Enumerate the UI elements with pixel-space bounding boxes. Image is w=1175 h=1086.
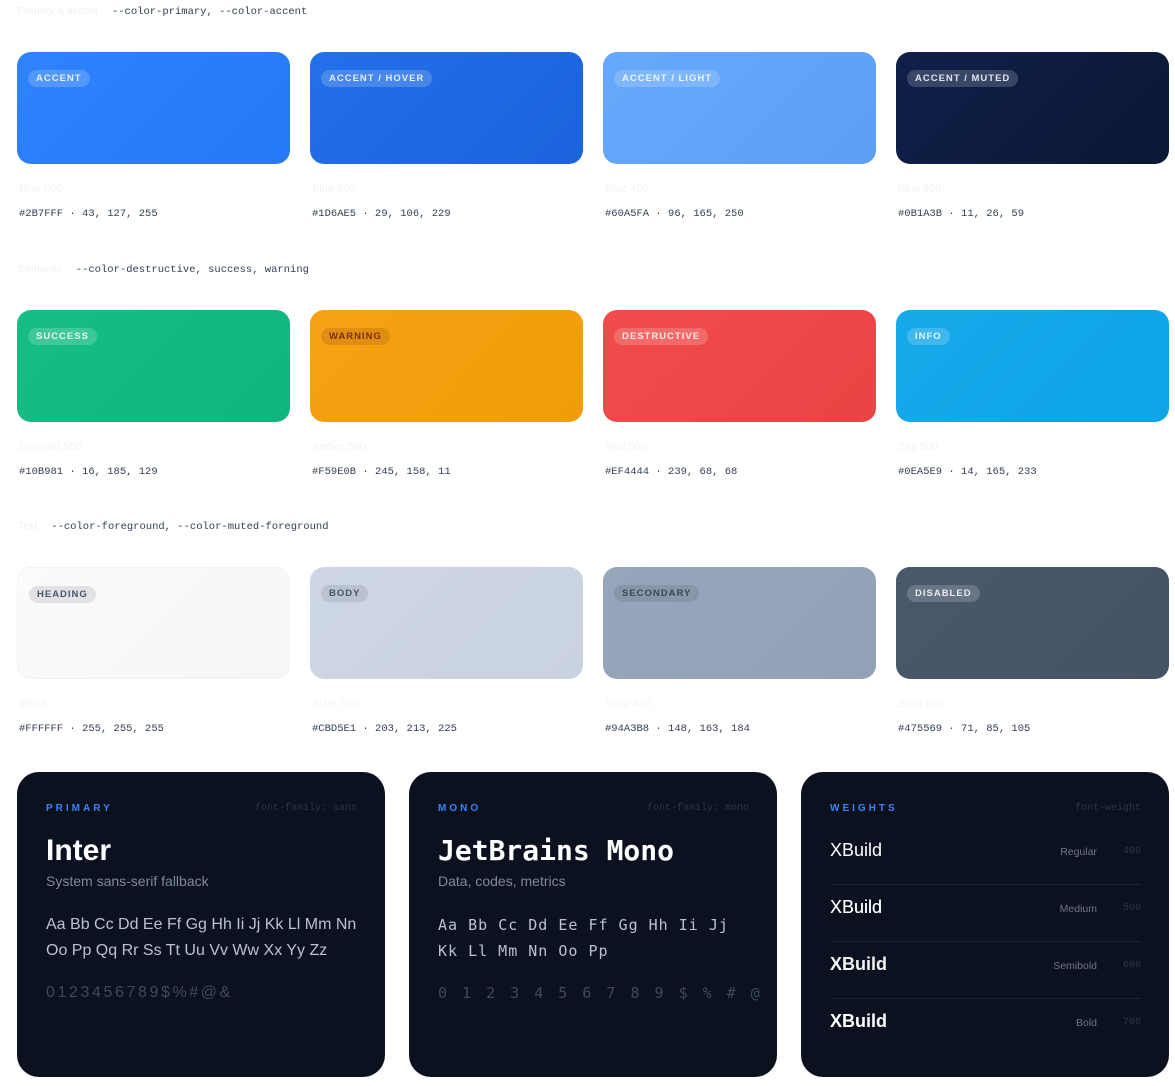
swatch-meta: #CBD5E1 · 203, 213, 225 [312,723,457,735]
swatch-card[interactable]: Secondary [603,567,876,679]
swatch-card[interactable]: Accent / Light [603,52,876,164]
swatch-meta: #F59E0B · 245, 158, 11 [312,466,451,478]
type-meta: font-family: mono [646,803,749,814]
type-eyebrow: MONO [438,803,482,814]
swatch-row-semantic: Success Emerald 500 #10B981 · 16, 185, 1… [17,310,1169,485]
type-card-mono: MONO font-family: mono JetBrains Mono Da… [409,772,777,1077]
swatch-name: White [19,698,48,710]
weight-sample: XBuild [830,954,887,974]
swatch-label: Info [907,328,950,345]
swatch-name: Slate 600 [898,698,945,710]
swatch-meta: #10B981 · 16, 185, 129 [19,466,158,478]
section-label-text: Text --color-foreground, --color-muted-fo… [18,520,329,533]
swatch-card[interactable]: Accent [17,52,290,164]
weight-value: 400 [1122,846,1141,857]
swatch-card[interactable]: Warning [310,310,583,422]
swatch-label: Success [28,328,97,345]
glyph-sample: Aa Bb Cc Dd Ee Ff Gg Hh Ii Jj Kk Ll Mm N… [438,916,729,960]
type-eyebrow: PRIMARY [46,803,113,814]
swatch-meta: #0B1A3B · 11, 26, 59 [898,208,1025,220]
swatch-meta: #1D6AE5 · 29, 106, 229 [312,208,451,220]
swatch-card[interactable]: Disabled [896,567,1169,679]
type-card-weights: WEIGHTS font-weight XBuild Regular 400 X… [801,772,1169,1077]
weight-row: XBuild Bold 700 [830,999,1141,1056]
swatch-label: Secondary [614,585,700,602]
swatch-name: Sky 500 [898,441,938,453]
swatch-label: Warning [321,328,390,345]
weight-sample: XBuild [830,840,883,860]
weight-name: Bold [1075,1017,1097,1029]
weight-row: XBuild Medium 500 [830,885,1141,942]
swatch-card[interactable]: Heading [17,567,290,679]
digit-sample: 0 1 2 3 4 5 6 7 8 9 $ % # @ [438,984,763,1002]
swatch-card[interactable]: Success [17,310,290,422]
swatch-name: Blue 950 [898,183,942,195]
type-meta: font-weight [1074,803,1141,814]
swatch-name: Slate 300 [312,698,359,710]
weight-sample: XBuild [830,1011,887,1031]
font-description: Data, codes, metrics [438,873,566,889]
swatch-label: Accent [28,70,90,87]
swatch-row-primary: Accent Blue 500 #2B7FFF · 43, 127, 255 A… [17,52,1169,227]
section-vars: --color-foreground, --color-muted-foregr… [51,521,329,533]
swatch-label: Accent / Muted [907,70,1019,87]
section-title: Text [18,520,38,532]
swatch-name: Red 500 [605,441,647,453]
type-meta: font-family: sans [254,803,357,814]
swatch-card[interactable]: Info [896,310,1169,422]
swatch-meta: #EF4444 · 239, 68, 68 [605,466,738,478]
font-description: System sans-serif fallback [46,873,209,889]
swatch-name: Slate 400 [605,698,652,710]
weight-name: Medium [1059,903,1097,915]
swatch-label: Disabled [907,585,980,602]
swatch-meta: #475569 · 71, 85, 105 [898,723,1031,735]
swatch-row-text: Heading White #FFFFFF · 255, 255, 255 Bo… [17,567,1169,742]
swatch-card[interactable]: Accent / Hover [310,52,583,164]
swatch-label: Destructive [614,328,709,345]
section-label-semantic: Semantic --color-destructive, success, wa… [18,263,309,276]
section-vars: --color-primary, --color-accent [111,6,308,18]
weight-value: 500 [1122,903,1141,914]
weight-name: Semibold [1053,960,1097,972]
type-card-primary: PRIMARY font-family: sans Inter System s… [17,772,385,1077]
swatch-label: Body [321,585,369,602]
swatch-name: Blue 500 [19,183,63,195]
weight-name: Regular [1060,846,1097,858]
weight-sample: XBuild [830,897,883,917]
swatch-card[interactable]: Destructive [603,310,876,422]
glyph-sample: Aa Bb Cc Dd Ee Ff Gg Hh Ii Jj Kk Ll Mm N… [46,916,357,959]
section-title: Primary & accent [18,5,98,17]
weight-value: 600 [1122,960,1141,971]
section-title: Semantic [18,263,62,275]
font-family-name: JetBrains Mono [438,834,675,867]
weight-value: 700 [1122,1017,1141,1028]
digit-sample: 0123456789$%#@& [46,984,233,1001]
swatch-name: Blue 400 [605,183,649,195]
section-label-primary: Primary & accent --color-primary, --color… [18,5,307,18]
swatch-card[interactable]: Accent / Muted [896,52,1169,164]
swatch-meta: #94A3B8 · 148, 163, 184 [605,723,750,735]
font-family-name: Inter [46,834,112,867]
swatch-name: Blue 600 [312,183,356,195]
swatch-meta: #FFFFFF · 255, 255, 255 [19,723,164,735]
swatch-label: Accent / Light [614,70,720,87]
weight-row: XBuild Semibold 600 [830,942,1141,999]
swatch-card[interactable]: Body [310,567,583,679]
type-eyebrow: WEIGHTS [830,803,898,814]
swatch-name: Amber 500 [312,441,366,453]
swatch-label: Accent / Hover [321,70,433,87]
swatch-meta: #2B7FFF · 43, 127, 255 [19,208,158,220]
swatch-label: Heading [29,586,96,603]
swatch-meta: #60A5FA · 96, 165, 250 [605,208,744,220]
swatch-meta: #0EA5E9 · 14, 165, 233 [898,466,1037,478]
section-vars: --color-destructive, success, warning [75,264,309,276]
weight-row: XBuild Regular 400 [830,828,1141,885]
swatch-name: Emerald 500 [19,441,82,453]
